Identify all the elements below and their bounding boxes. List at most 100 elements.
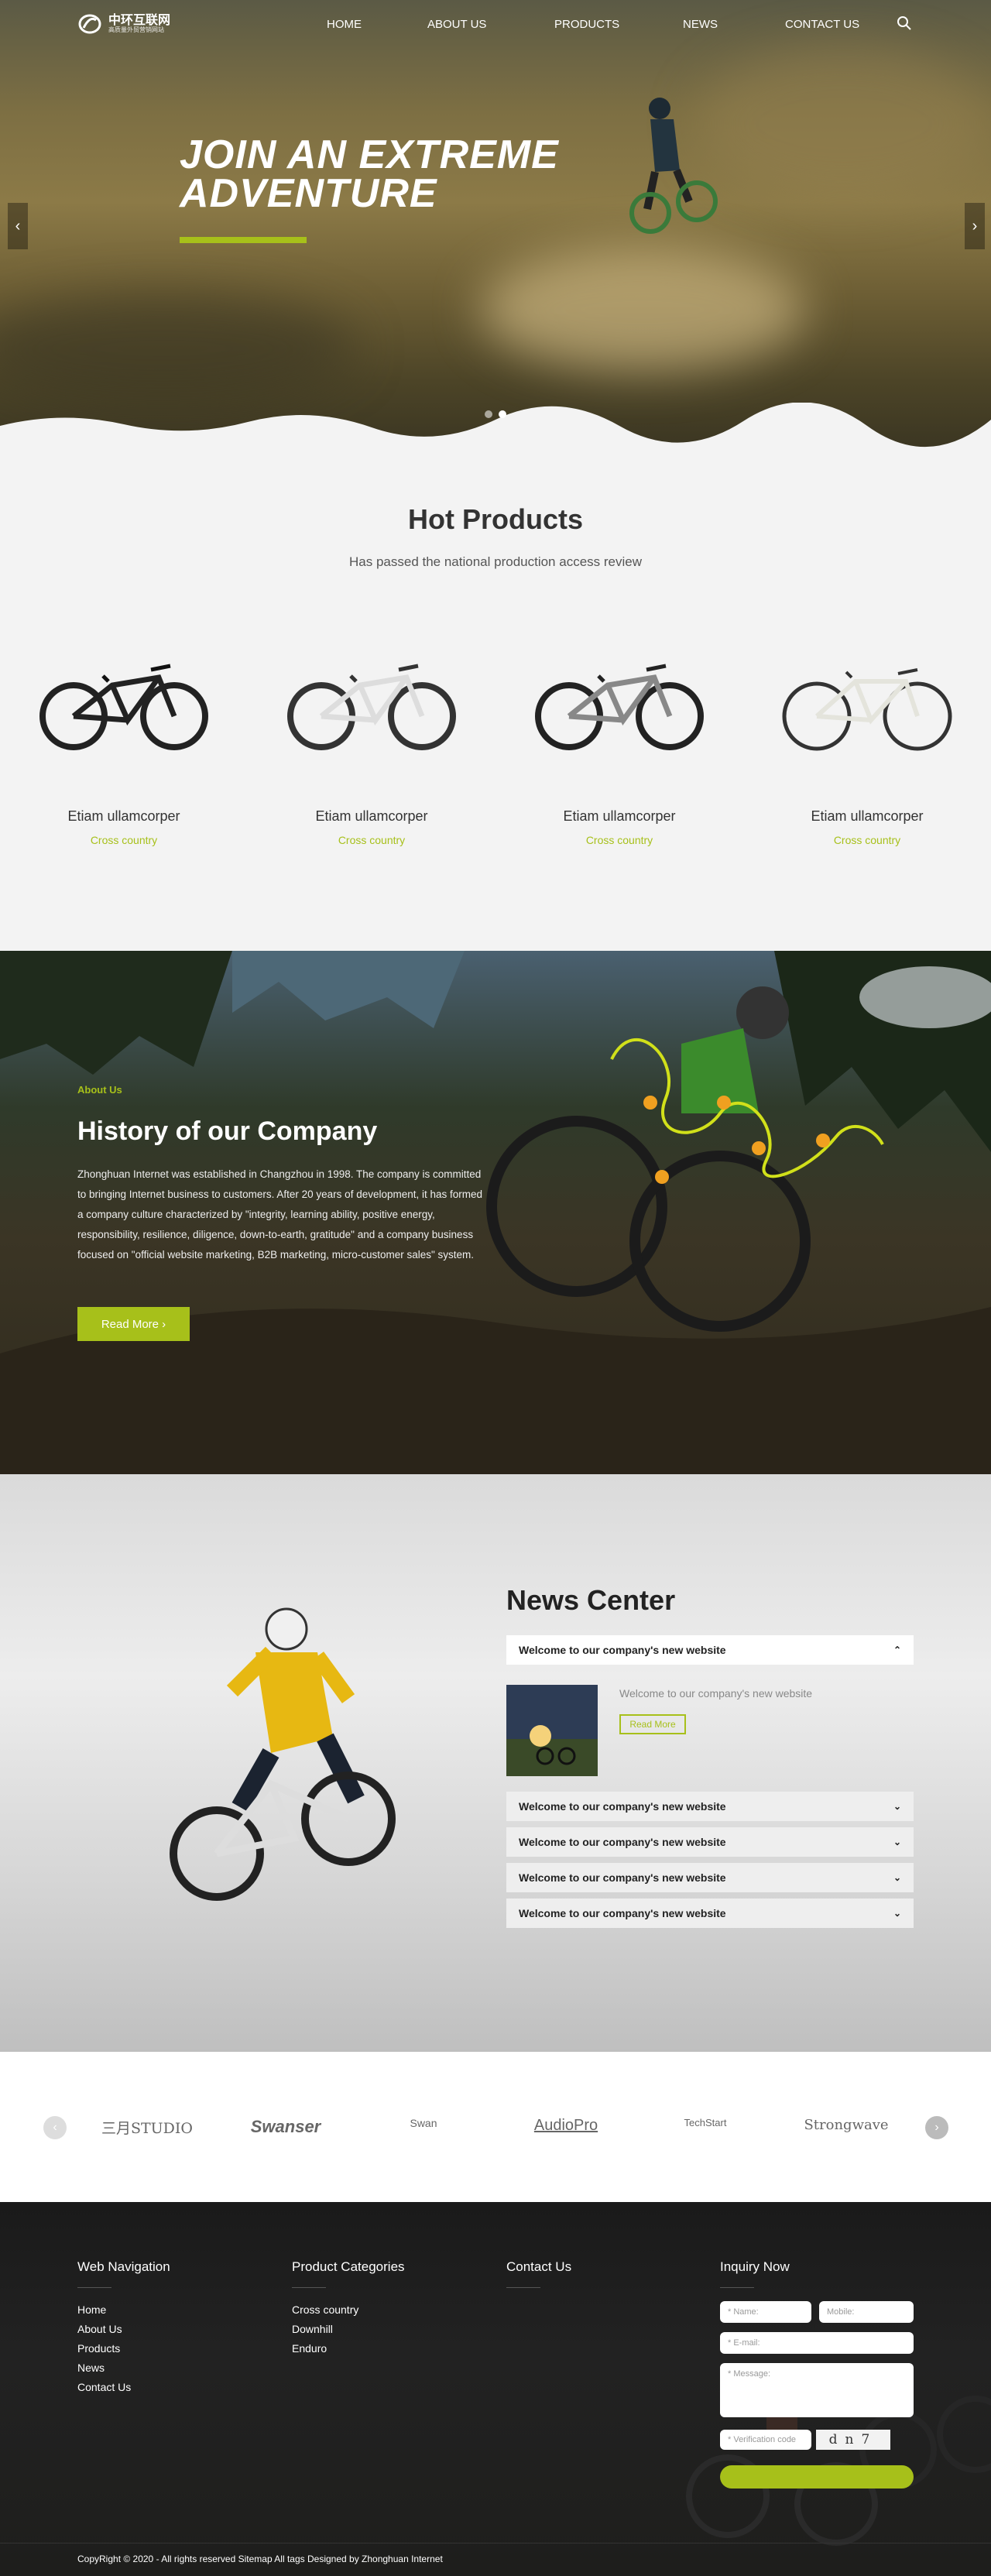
news-item-title[interactable]: Welcome to our company's new website: [519, 1836, 726, 1848]
products-title: Hot Products: [407, 503, 583, 535]
hero-title: JOIN AN EXTREME ADVENTURE: [180, 132, 613, 214]
brand-logo[interactable]: Swanser: [228, 2117, 344, 2137]
footer-link-products[interactable]: Products: [77, 2339, 170, 2358]
news-item-title[interactable]: Welcome to our company's new website: [519, 1800, 726, 1813]
brand-logo[interactable]: 三月STUDIO: [89, 2117, 205, 2138]
slider-dot-2[interactable]: [499, 410, 506, 418]
news-title: News Center: [506, 1584, 676, 1616]
news-accordion-open[interactable]: Welcome to our company's new website ⌃: [506, 1635, 914, 1665]
product-card[interactable]: Etiam ullamcorper Cross country: [31, 647, 217, 846]
footer-column-title: Product Categories: [292, 2259, 405, 2274]
site-logo[interactable]: 中环互联网 高质量外贸营销网站: [77, 12, 170, 36]
footer-column-title: Web Navigation: [77, 2259, 170, 2274]
about-section: About Us History of our Company Zhonghua…: [0, 951, 991, 1474]
verification-code-input[interactable]: * Verification code: [720, 2430, 811, 2450]
footer-column-title: Inquiry Now: [720, 2259, 790, 2274]
news-accordion-item[interactable]: Welcome to our company's new website ⌄: [506, 1792, 914, 1821]
mobile-input[interactable]: Mobile:: [819, 2301, 914, 2323]
product-category[interactable]: Cross country: [526, 834, 712, 846]
product-category[interactable]: Cross country: [31, 834, 217, 846]
footer-link-about-us[interactable]: About Us: [77, 2320, 170, 2339]
nav-news[interactable]: NEWS: [683, 18, 718, 31]
cyclist-figure: [629, 98, 718, 234]
message-textarea[interactable]: * Message:: [720, 2363, 914, 2417]
footer-web-navigation: Web Navigation Home About Us Products Ne…: [77, 2259, 170, 2397]
product-name[interactable]: Etiam ullamcorper: [31, 808, 217, 825]
divider: [292, 2287, 326, 2288]
footer-link-downhill[interactable]: Downhill: [292, 2320, 405, 2339]
bike-image: [535, 664, 704, 750]
news-item-title[interactable]: Welcome to our company's new website: [519, 1871, 726, 1884]
news-section: News Center Welcome to our company's new…: [0, 1474, 991, 2052]
hero-banner: 中环互联网 高质量外贸营销网站 HOME ABOUT US PRODUCTS N…: [0, 0, 991, 449]
brand-logo[interactable]: Swan: [365, 2117, 482, 2129]
footer-link-cross-country[interactable]: Cross country: [292, 2300, 405, 2320]
news-accordion-item[interactable]: Welcome to our company's new website ⌄: [506, 1827, 914, 1857]
divider: [506, 2287, 540, 2288]
products-subtitle: Has passed the national production acces…: [349, 554, 642, 569]
brand-logo[interactable]: TechStart: [647, 2117, 763, 2128]
product-name[interactable]: Etiam ullamcorper: [279, 808, 465, 825]
product-card[interactable]: Etiam ullamcorper Cross country: [279, 647, 465, 846]
chevron-down-icon[interactable]: ⌄: [893, 1837, 901, 1847]
product-card[interactable]: Etiam ullamcorper Cross country: [774, 647, 960, 846]
about-description: Zhonghuan Internet was established in Ch…: [77, 1168, 483, 1261]
submit-button[interactable]: [720, 2465, 914, 2489]
news-item-title[interactable]: Welcome to our company's new website: [519, 1907, 726, 1919]
brand-next-arrow[interactable]: ›: [925, 2116, 948, 2139]
bike-image: [39, 664, 208, 750]
product-card[interactable]: Etiam ullamcorper Cross country: [526, 647, 712, 846]
brand-prev-arrow[interactable]: ‹: [43, 2116, 67, 2139]
chevron-down-icon[interactable]: ⌄: [893, 1872, 901, 1883]
news-read-more-button[interactable]: Read More: [619, 1714, 686, 1734]
chevron-down-icon[interactable]: ⌄: [893, 1908, 901, 1919]
logo-text: 中环互联网: [108, 12, 171, 27]
product-category[interactable]: Cross country: [774, 834, 960, 846]
nav-about-us[interactable]: ABOUT US: [427, 18, 486, 31]
captcha-image[interactable]: dn7: [816, 2430, 890, 2450]
email-input[interactable]: * E-mail:: [720, 2332, 914, 2354]
search-icon[interactable]: [897, 15, 912, 31]
hero-title-line1: JOIN AN EXTREME: [180, 132, 559, 177]
divider: [720, 2287, 754, 2288]
divider: [77, 2287, 111, 2288]
slider-next-arrow[interactable]: ›: [965, 203, 985, 249]
nav-products[interactable]: PRODUCTS: [554, 18, 619, 31]
news-thumbnail[interactable]: [506, 1685, 598, 1776]
hero-shadow: [0, 294, 356, 403]
main-navigation: 中环互联网 高质量外贸营销网站 HOME ABOUT US PRODUCTS N…: [0, 0, 991, 48]
footer-link-home[interactable]: Home: [77, 2300, 170, 2320]
bike-image: [782, 668, 952, 751]
footer-link-news[interactable]: News: [77, 2358, 170, 2378]
nav-contact-us[interactable]: CONTACT US: [785, 18, 859, 31]
product-name[interactable]: Etiam ullamcorper: [774, 808, 960, 825]
hot-products-section: Hot Products Has passed the national pro…: [0, 449, 991, 951]
slider-dot-1[interactable]: [485, 410, 492, 418]
hero-accent-bar: [180, 237, 307, 243]
slider-prev-arrow[interactable]: ‹: [8, 203, 28, 249]
brand-logo[interactable]: Strongwave: [788, 2117, 904, 2133]
logo-icon: [78, 14, 101, 34]
chevron-down-icon[interactable]: ⌄: [893, 1801, 901, 1812]
name-input[interactable]: * Name:: [720, 2301, 811, 2323]
news-accordion-item[interactable]: Welcome to our company's new website ⌄: [506, 1899, 914, 1928]
product-name[interactable]: Etiam ullamcorper: [526, 808, 712, 825]
chevron-up-icon[interactable]: ⌃: [893, 1645, 901, 1655]
product-category[interactable]: Cross country: [279, 834, 465, 846]
slider-dots: [485, 410, 506, 418]
footer-product-categories: Product Categories Cross country Downhil…: [292, 2259, 405, 2358]
footer-inquiry: Inquiry Now: [720, 2259, 790, 2300]
about-tag: About Us: [77, 1084, 122, 1096]
news-accordion-item[interactable]: Welcome to our company's new website ⌄: [506, 1863, 914, 1892]
footer-link-enduro[interactable]: Enduro: [292, 2339, 405, 2358]
brand-logo[interactable]: AudioPro: [508, 2117, 624, 2135]
nav-home[interactable]: HOME: [327, 18, 362, 31]
news-item-title[interactable]: Welcome to our company's new website: [519, 1644, 726, 1656]
read-more-button[interactable]: Read More ›: [77, 1307, 190, 1341]
news-excerpt: Welcome to our company's new website: [619, 1687, 813, 1700]
brand-carousel: ‹ 三月STUDIO Swanser Swan AudioPro TechSta…: [0, 2052, 991, 2202]
footer-link-contact-us[interactable]: Contact Us: [77, 2378, 170, 2397]
footer-contact-us: Contact Us: [506, 2259, 571, 2300]
hero-hill: [697, 46, 991, 201]
copyright-text: CopyRight © 2020 - All rights reserved S…: [77, 2554, 443, 2564]
